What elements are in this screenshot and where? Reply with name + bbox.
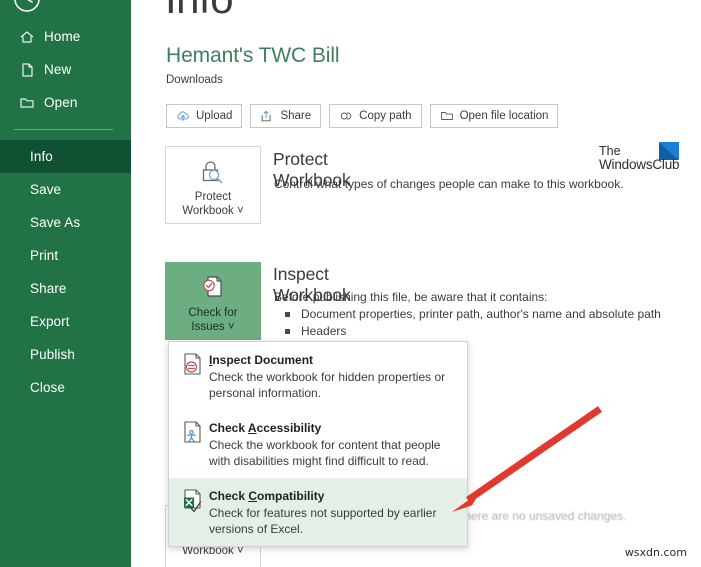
sidebar-item-new[interactable]: New	[0, 53, 131, 86]
button-label: Share	[280, 110, 312, 122]
sidebar-item-label: Print	[30, 248, 59, 263]
check-accessibility-icon	[181, 419, 209, 469]
sidebar-item-home[interactable]: Home	[0, 20, 131, 53]
logo-line-2: WindowsClub	[599, 157, 680, 172]
sidebar-item-label: Export	[30, 314, 70, 329]
sidebar: Home New Open Info Save Save As Print Sh…	[0, 0, 131, 567]
document-location: Downloads	[166, 74, 223, 86]
sidebar-item-label: Info	[30, 149, 53, 164]
share-icon	[260, 109, 274, 123]
document-check-icon	[197, 273, 229, 303]
sidebar-item-close[interactable]: Close	[0, 371, 131, 404]
button-label-line1: Protect	[194, 191, 232, 203]
sidebar-divider	[14, 129, 113, 130]
copy-path-button[interactable]: Copy path	[329, 104, 422, 128]
site-watermark: wsxdn.com	[624, 546, 687, 559]
menu-item-check-accessibility[interactable]: Check Accessibility Check the workbook f…	[169, 410, 467, 478]
button-label: Upload	[196, 110, 233, 122]
list-item: Headers	[281, 323, 661, 340]
sidebar-item-label: Save	[30, 182, 62, 197]
sidebar-nav: Home New Open Info Save Save As Print Sh…	[0, 20, 131, 404]
share-button[interactable]: Share	[250, 104, 322, 128]
home-icon	[18, 28, 35, 45]
list-item: Document properties, printer path, autho…	[281, 306, 661, 323]
chevron-down-icon: ˅	[227, 321, 235, 333]
sidebar-item-label: Share	[30, 281, 67, 296]
menu-item-check-compatibility[interactable]: Check Compatibility Check for features n…	[169, 478, 467, 546]
button-label-line2: Workbook ˅	[182, 205, 244, 217]
sidebar-item-publish[interactable]: Publish	[0, 338, 131, 371]
back-circle-icon[interactable]	[11, 0, 43, 15]
inspect-workbook-bullets: Document properties, printer path, autho…	[281, 306, 661, 340]
sidebar-item-info[interactable]: Info	[0, 140, 131, 173]
button-label: Open file location	[459, 110, 549, 122]
menu-item-title: Check Compatibility	[209, 489, 325, 503]
protect-workbook-button[interactable]: Protect Workbook ˅	[165, 146, 261, 224]
check-for-issues-dropdown-menu: Inspect Document Check the workbook for …	[168, 341, 468, 547]
menu-item-body: Check Accessibility Check the workbook f…	[209, 419, 457, 469]
folder-icon	[440, 109, 454, 123]
menu-item-inspect-document[interactable]: Inspect Document Check the workbook for …	[169, 342, 467, 410]
sidebar-item-print[interactable]: Print	[0, 239, 131, 272]
menu-item-description: Check the workbook for hidden properties…	[209, 370, 446, 400]
windowsclub-logo: The WindowsClub	[599, 144, 680, 172]
page-title: Info	[165, 0, 234, 20]
sidebar-item-label: Open	[44, 95, 78, 110]
chevron-down-icon: ˅	[237, 205, 244, 217]
sidebar-item-label: Close	[30, 380, 66, 395]
new-doc-icon	[18, 61, 35, 78]
document-title: Hemant's TWC Bill	[166, 44, 340, 67]
button-label-line1: Check for	[188, 307, 238, 319]
file-actions-toolbar: Upload Share Copy path Open file locatio…	[166, 104, 559, 128]
protect-workbook-description: Control what types of changes people can…	[274, 177, 624, 191]
menu-item-title: Inspect Document	[209, 353, 314, 367]
menu-item-description: Check the workbook for content that peop…	[209, 438, 441, 468]
sidebar-item-label: Publish	[30, 347, 75, 362]
open-file-location-button[interactable]: Open file location	[429, 104, 559, 128]
logo-line-1: The	[599, 144, 621, 158]
sidebar-item-share[interactable]: Share	[0, 272, 131, 305]
menu-item-title: Check Accessibility	[209, 421, 322, 435]
folder-open-icon	[18, 94, 35, 111]
upload-button[interactable]: Upload	[166, 104, 243, 128]
sidebar-item-label: New	[44, 62, 72, 77]
button-label: Copy path	[359, 110, 412, 122]
button-label-line2: Issues ˅	[191, 321, 235, 333]
sidebar-item-open[interactable]: Open	[0, 86, 131, 119]
sidebar-item-label: Save As	[30, 215, 81, 230]
inspect-workbook-description: Before publishing this file, be aware th…	[274, 290, 548, 304]
check-for-issues-button[interactable]: Check for Issues ˅	[165, 262, 261, 340]
sidebar-item-export[interactable]: Export	[0, 305, 131, 338]
menu-item-body: Inspect Document Check the workbook for …	[209, 351, 457, 401]
lock-magnifier-icon	[196, 157, 230, 187]
menu-item-description: Check for features not supported by earl…	[209, 506, 437, 536]
status-text: There are no unsaved changes.	[457, 509, 627, 523]
sidebar-item-save-as[interactable]: Save As	[0, 206, 131, 239]
inspect-document-icon	[181, 351, 209, 401]
sidebar-item-label: Home	[44, 29, 81, 44]
sidebar-item-save[interactable]: Save	[0, 173, 131, 206]
cloud-upload-icon	[176, 109, 190, 123]
menu-item-body: Check Compatibility Check for features n…	[209, 487, 457, 537]
check-compatibility-icon	[181, 487, 209, 537]
link-icon	[339, 109, 353, 123]
